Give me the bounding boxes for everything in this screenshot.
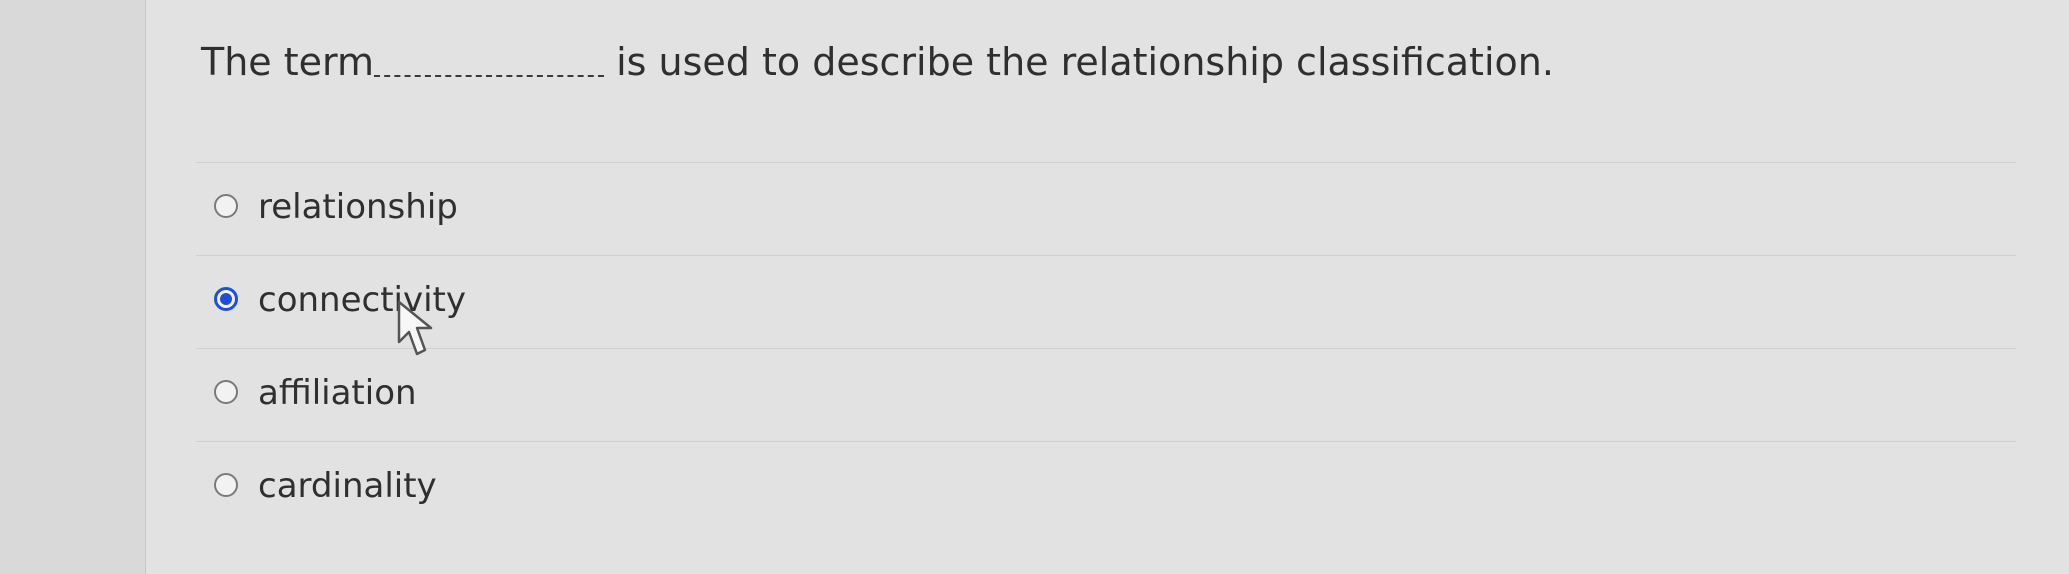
- question-suffix: is used to describe the relationship cla…: [604, 40, 1554, 84]
- quiz-question-panel: The term is used to describe the relatio…: [145, 0, 2069, 574]
- answer-option-relationship[interactable]: relationship: [196, 162, 2016, 255]
- answer-label-cardinality[interactable]: cardinality: [258, 464, 437, 508]
- radio-button-cardinality[interactable]: [214, 473, 238, 497]
- answer-label-relationship[interactable]: relationship: [258, 185, 458, 229]
- radio-button-connectivity[interactable]: [214, 287, 238, 311]
- answer-option-cardinality[interactable]: cardinality: [196, 441, 2016, 534]
- answer-options: relationship connectivity affiliation ca…: [196, 162, 2016, 534]
- arrow-cursor-icon: [397, 300, 433, 356]
- answer-option-affiliation[interactable]: affiliation: [196, 348, 2016, 441]
- question-prefix: The term: [201, 40, 375, 84]
- answer-label-affiliation[interactable]: affiliation: [258, 371, 417, 415]
- answer-blank: [374, 43, 605, 77]
- question-text: The term is used to describe the relatio…: [201, 36, 1554, 88]
- left-gutter: [0, 0, 145, 574]
- radio-button-relationship[interactable]: [214, 194, 238, 218]
- radio-button-affiliation[interactable]: [214, 380, 238, 404]
- answer-option-connectivity[interactable]: connectivity: [196, 255, 2016, 348]
